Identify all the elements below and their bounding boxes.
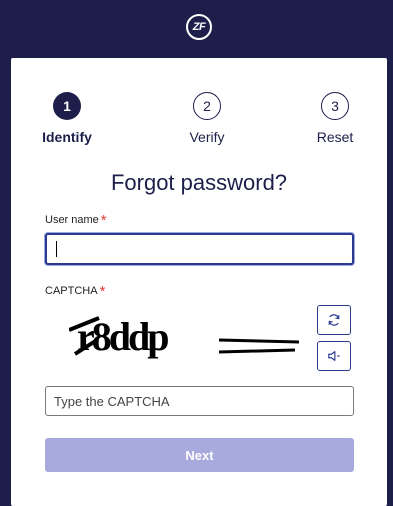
forgot-password-card: 1 Identify 2 Verify 3 Reset Forgot passw… [11, 58, 387, 506]
step-1-label: Identify [42, 129, 92, 145]
step-3-circle: 3 [321, 92, 349, 120]
audio-captcha-button[interactable] [317, 341, 351, 371]
username-label: User name * [45, 212, 107, 229]
captcha-input[interactable] [45, 386, 354, 416]
username-label-text: User name [45, 214, 99, 226]
next-button[interactable]: Next [45, 438, 354, 472]
text-caret [56, 241, 57, 257]
step-2-label: Verify [189, 129, 225, 145]
captcha-label: CAPTCHA * [45, 283, 105, 300]
refresh-captcha-button[interactable] [317, 305, 351, 335]
step-reset: 3 Reset [295, 92, 375, 145]
captcha-label-text: CAPTCHA [45, 285, 98, 297]
step-identify: 1 Identify [27, 92, 107, 145]
step-1-circle: 1 [53, 92, 81, 120]
step-verify: 2 Verify [167, 92, 247, 145]
captcha-image: r8ddp [69, 314, 300, 359]
required-mark: * [99, 283, 106, 300]
page-title: Forgot password? [110, 170, 288, 195]
step-3-label: Reset [316, 129, 354, 145]
required-mark: * [100, 212, 107, 229]
zf-logo: ZF [186, 14, 212, 40]
step-2-circle: 2 [193, 92, 221, 120]
refresh-icon [328, 314, 340, 326]
speaker-icon [328, 351, 340, 361]
top-header: ZF [0, 0, 393, 60]
username-input[interactable] [45, 233, 354, 265]
